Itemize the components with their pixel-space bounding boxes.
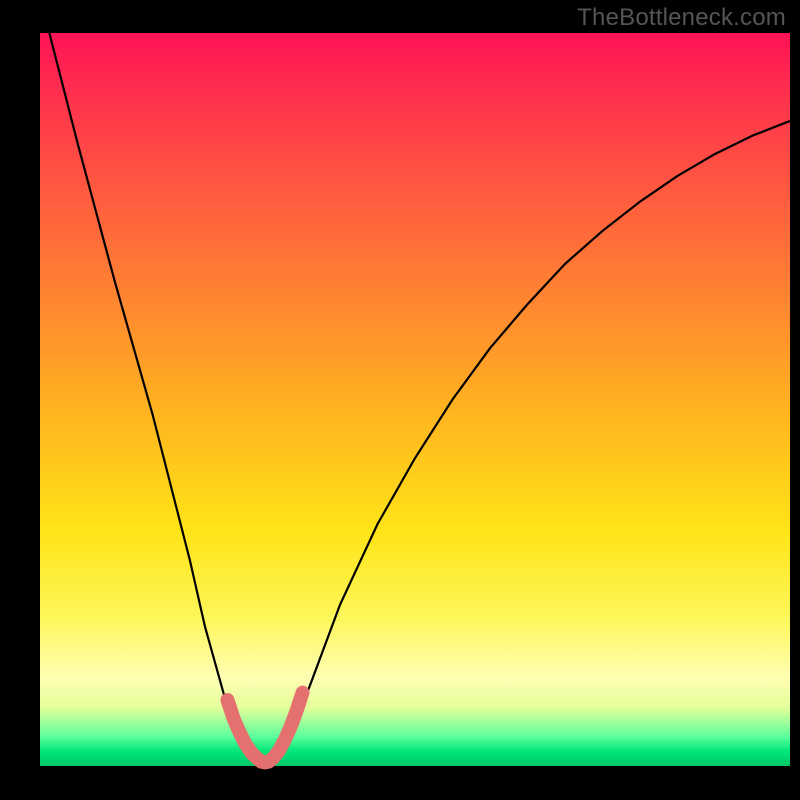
chart-frame: TheBottleneck.com [0, 0, 800, 800]
bottleneck-curve [40, 0, 790, 762]
highlight-u [228, 693, 303, 763]
curve-layer [40, 33, 790, 766]
plot-area [40, 33, 790, 766]
watermark-text: TheBottleneck.com [577, 4, 786, 32]
